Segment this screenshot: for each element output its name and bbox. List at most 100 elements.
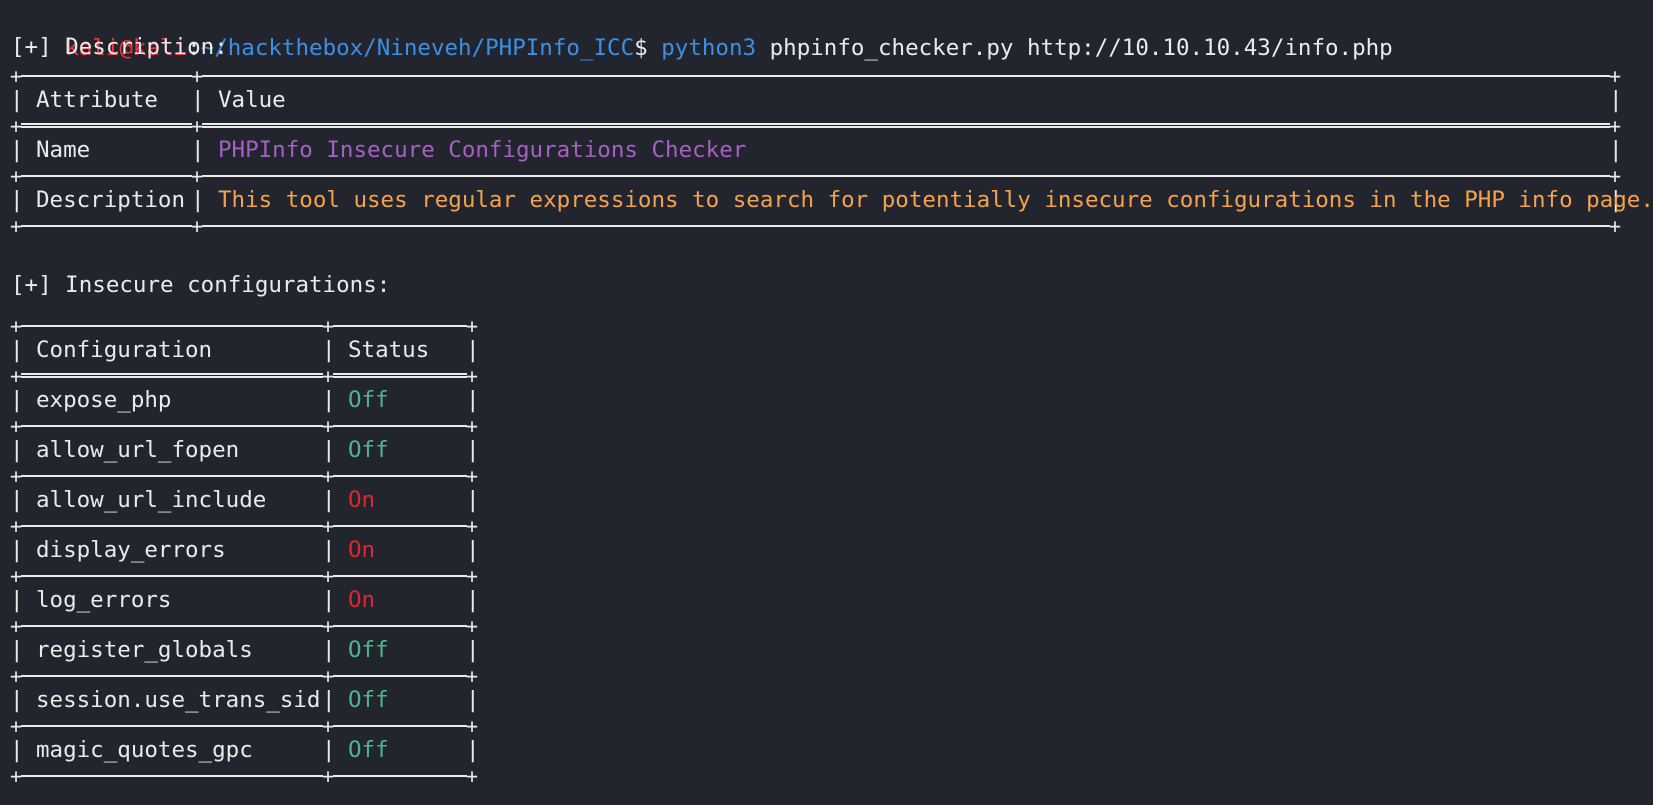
table-corner: +: [1608, 64, 1622, 88]
table-border: [21, 225, 192, 227]
config-status: Off: [348, 687, 389, 713]
attr-cell: Name: [36, 137, 91, 163]
table-border: [21, 175, 192, 177]
table-border: [202, 175, 1610, 177]
table-border: [21, 725, 323, 727]
table-pipe: |: [10, 437, 24, 463]
table-pipe: |: [322, 337, 336, 363]
config-name: allow_url_include: [36, 487, 267, 513]
table-pipe: |: [10, 737, 24, 763]
description-heading: [+] Description:: [11, 34, 228, 60]
table-corner: +: [465, 364, 479, 388]
table-corner: +: [465, 514, 479, 538]
table-pipe: |: [191, 187, 205, 213]
table-border: [333, 373, 467, 378]
table-border: [202, 75, 1610, 77]
table-corner: +: [465, 664, 479, 688]
col-header-attribute: Attribute: [36, 87, 158, 113]
table-pipe: |: [1609, 87, 1623, 113]
table-corner: +: [465, 614, 479, 638]
table-border: [333, 625, 467, 627]
table-pipe: |: [191, 137, 205, 163]
config-name: display_errors: [36, 537, 226, 563]
table-corner: +: [465, 414, 479, 438]
table-border: [333, 725, 467, 727]
prompt-path: ~/hackthebox/Nineveh/PHPInfo_ICC: [200, 35, 635, 61]
table-pipe: |: [466, 587, 480, 613]
table-pipe: |: [10, 637, 24, 663]
table-pipe: |: [10, 537, 24, 563]
table-border: [21, 123, 192, 128]
table-corner: +: [1608, 114, 1622, 138]
table-pipe: |: [466, 537, 480, 563]
prompt-line: kali@kali:~/hackthebox/Nineveh/PHPInfo_I…: [11, 11, 1393, 61]
table-pipe: |: [322, 737, 336, 763]
table-border: [21, 325, 323, 327]
table-pipe: |: [466, 687, 480, 713]
config-name: magic_quotes_gpc: [36, 737, 253, 763]
config-status: Off: [348, 637, 389, 663]
config-status: Off: [348, 437, 389, 463]
table-border: [21, 675, 323, 677]
prompt-dollar: $: [634, 35, 648, 61]
config-status: On: [348, 487, 376, 513]
config-name: allow_url_fopen: [36, 437, 240, 463]
value-cell: This tool uses regular expressions to se…: [218, 187, 1653, 213]
table-corner: +: [465, 764, 479, 788]
config-name: log_errors: [36, 587, 172, 613]
config-status: Off: [348, 387, 389, 413]
attr-cell: Description: [36, 187, 186, 213]
table-border: [333, 675, 467, 677]
table-pipe: |: [466, 737, 480, 763]
table-pipe: |: [10, 87, 24, 113]
table-border: [333, 475, 467, 477]
table-pipe: |: [322, 437, 336, 463]
table-pipe: |: [322, 587, 336, 613]
table-border: [333, 325, 467, 327]
config-status: On: [348, 587, 376, 613]
table-corner: +: [1608, 164, 1622, 188]
table-pipe: |: [466, 387, 480, 413]
table-border: [21, 575, 323, 577]
table-border: [21, 525, 323, 527]
table-border: [21, 625, 323, 627]
table-border: [21, 775, 323, 777]
table-pipe: |: [466, 437, 480, 463]
config-status: On: [348, 537, 376, 563]
table-border: [202, 225, 1610, 227]
command-args: phpinfo_checker.py http://10.10.10.43/in…: [756, 35, 1393, 61]
col-header-configuration: Configuration: [36, 337, 213, 363]
table-border: [333, 775, 467, 777]
table-corner: +: [465, 314, 479, 338]
table-corner: +: [465, 714, 479, 738]
table-border: [21, 75, 192, 77]
table-border: [202, 123, 1610, 128]
value-cell: PHPInfo Insecure Configurations Checker: [218, 137, 747, 163]
table-pipe: |: [322, 637, 336, 663]
table-pipe: |: [10, 587, 24, 613]
table-pipe: |: [322, 687, 336, 713]
table-pipe: |: [466, 637, 480, 663]
table-border: [333, 425, 467, 427]
table-pipe: |: [191, 87, 205, 113]
table-border: [21, 373, 323, 378]
col-header-value: Value: [218, 87, 286, 113]
table-pipe: |: [10, 687, 24, 713]
table-border: [333, 575, 467, 577]
configs-heading: [+] Insecure configurations:: [11, 272, 391, 298]
table-pipe: |: [322, 537, 336, 563]
table-pipe: |: [1609, 137, 1623, 163]
table-pipe: |: [466, 487, 480, 513]
terminal-window[interactable]: kali@kali:~/hackthebox/Nineveh/PHPInfo_I…: [0, 0, 1653, 805]
table-corner: +: [465, 464, 479, 488]
command-name: python3: [661, 35, 757, 61]
table-corner: +: [465, 564, 479, 588]
table-pipe: |: [10, 187, 24, 213]
config-name: session.use_trans_sid: [36, 687, 321, 713]
table-border: [333, 525, 467, 527]
table-pipe: |: [10, 387, 24, 413]
table-corner: +: [1608, 214, 1622, 238]
table-border: [21, 475, 323, 477]
col-header-status: Status: [348, 337, 430, 363]
table-pipe: |: [322, 487, 336, 513]
